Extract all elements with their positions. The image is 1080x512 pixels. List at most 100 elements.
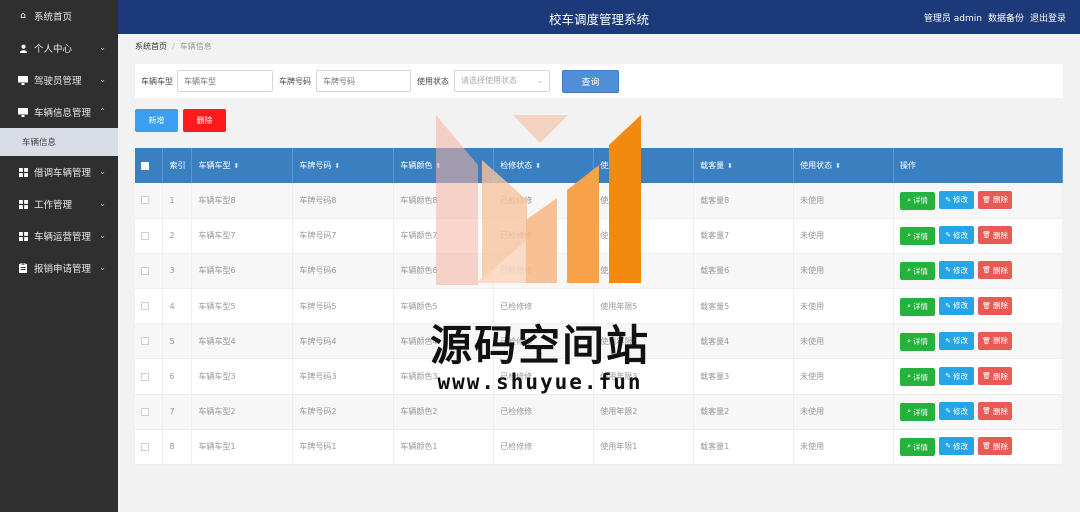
- sidebar-item-profile[interactable]: 个人中心 ⌄: [0, 32, 118, 64]
- edit-button[interactable]: ✎ 修改: [939, 367, 975, 386]
- edit-label: 修改: [952, 371, 968, 381]
- column-header-plate-number[interactable]: 车牌号码 ⬍: [292, 148, 395, 183]
- select-all-checkbox[interactable]: [141, 161, 149, 170]
- sort-icon[interactable]: ⬍: [233, 162, 239, 170]
- row-checkbox[interactable]: [141, 372, 149, 381]
- cell-actions: ⌕ 详情 ✎ 修改 🗑 删除: [893, 218, 1063, 254]
- cell-usage-status: 未使用: [793, 253, 895, 290]
- column-label: 车牌号码: [299, 161, 332, 170]
- cell-vehicle-type: 车辆车型2: [191, 394, 294, 430]
- pencil-icon: ✎: [945, 302, 951, 310]
- plate-number-input[interactable]: [316, 70, 411, 92]
- delete-button[interactable]: 🗑 删除: [978, 226, 1013, 245]
- sort-icon[interactable]: ⬍: [727, 162, 733, 170]
- search-icon: ⌕: [907, 408, 911, 416]
- edit-button[interactable]: ✎ 修改: [939, 226, 975, 245]
- sidebar-item-drivers[interactable]: 驾驶员管理 ⌄: [0, 64, 118, 96]
- edit-button[interactable]: ✎ 修改: [939, 402, 975, 421]
- add-button[interactable]: 新增: [135, 109, 178, 132]
- sort-icon[interactable]: ⬍: [835, 162, 841, 170]
- detail-button[interactable]: ⌕ 详情: [900, 332, 936, 351]
- cell-actions: ⌕ 详情 ✎ 修改 🗑 删除: [893, 253, 1063, 290]
- sidebar-item-reimbursement[interactable]: 报销申请管理 ⌄: [0, 252, 118, 284]
- delete-button[interactable]: 🗑 删除: [978, 296, 1013, 315]
- cell-index: 2: [162, 218, 193, 254]
- detail-button[interactable]: ⌕ 详情: [900, 227, 936, 246]
- row-checkbox[interactable]: [141, 302, 149, 311]
- vehicle-type-input[interactable]: [177, 70, 273, 92]
- breadcrumb-home[interactable]: 系统首页: [135, 42, 167, 51]
- sort-icon[interactable]: ⬍: [635, 162, 641, 170]
- detail-button[interactable]: ⌕ 详情: [900, 297, 936, 316]
- data-backup-link[interactable]: 数据备份: [988, 11, 1024, 24]
- row-checkbox[interactable]: [141, 442, 149, 451]
- column-header-usage-status[interactable]: 使用状态 ⬍: [793, 148, 895, 183]
- sidebar-item-operations[interactable]: 车辆运营管理 ⌄: [0, 220, 118, 252]
- cell-plate-number: 车牌号码6: [292, 253, 395, 290]
- breadcrumb-separator: /: [172, 42, 175, 51]
- trash-icon: 🗑: [982, 373, 991, 381]
- edit-button[interactable]: ✎ 修改: [939, 437, 975, 456]
- row-checkbox[interactable]: [141, 231, 149, 240]
- admin-user-link[interactable]: 管理员 admin: [924, 11, 982, 24]
- search-icon: ⌕: [907, 232, 911, 240]
- pencil-icon: ✎: [945, 232, 951, 240]
- edit-button[interactable]: ✎ 修改: [939, 331, 975, 350]
- row-checkbox[interactable]: [141, 196, 149, 205]
- column-label: 检修状态: [500, 161, 533, 170]
- delete-button[interactable]: 🗑 删除: [978, 402, 1013, 421]
- cell-repair-status: 已检修修: [493, 394, 595, 430]
- column-header-capacity[interactable]: 载客量 ⬍: [693, 148, 795, 183]
- cell-plate-number: 车牌号码7: [292, 218, 395, 254]
- usage-status-select[interactable]: 请选择使用状态 ⌄: [454, 70, 550, 92]
- detail-button[interactable]: ⌕ 详情: [900, 262, 936, 281]
- sort-icon[interactable]: ⬍: [334, 162, 340, 170]
- delete-button[interactable]: 🗑 删除: [978, 331, 1013, 350]
- cell-capacity: 载客量5: [693, 288, 795, 325]
- delete-button[interactable]: 🗑 删除: [978, 367, 1013, 386]
- edit-button[interactable]: ✎ 修改: [939, 190, 975, 209]
- delete-button[interactable]: 🗑 删除: [978, 261, 1013, 280]
- query-button[interactable]: 查询: [562, 70, 619, 93]
- edit-button[interactable]: ✎ 修改: [939, 296, 975, 315]
- sidebar-item-loan-vehicles[interactable]: 借调车辆管理 ⌄: [0, 156, 118, 188]
- batch-delete-button[interactable]: 删除: [183, 109, 226, 132]
- sort-icon[interactable]: ⬍: [435, 162, 441, 170]
- column-header-service-years[interactable]: 使用年限 ⬍: [593, 148, 695, 183]
- logout-link[interactable]: 退出登录: [1030, 11, 1066, 24]
- detail-label: 详情: [912, 302, 928, 312]
- trash-icon: 🗑: [982, 408, 991, 416]
- table-header-row: 索引 车辆车型 ⬍ 车牌号码 ⬍ 车辆颜色 ⬍ 检修状态 ⬍ 使用年限 ⬍ 载客量 ⬍ 使用…: [135, 148, 1063, 183]
- detail-button[interactable]: ⌕ 详情: [900, 191, 936, 210]
- detail-button[interactable]: ⌕ 详情: [900, 403, 936, 422]
- cell-service-years: 使用年限4: [593, 323, 695, 360]
- row-select-cell: [135, 358, 164, 395]
- sidebar-subitem-vehicle-info[interactable]: 车辆信息: [0, 128, 118, 156]
- sort-icon[interactable]: ⬍: [535, 162, 541, 170]
- detail-button[interactable]: ⌕ 详情: [900, 368, 936, 387]
- cell-vehicle-type: 车辆车型4: [191, 323, 294, 360]
- row-select-cell: [135, 218, 164, 254]
- row-checkbox[interactable]: [141, 266, 149, 275]
- sidebar-item-work[interactable]: 工作管理 ⌄: [0, 188, 118, 220]
- cell-repair-status: 已检修修: [493, 429, 595, 466]
- detail-button[interactable]: ⌕ 详情: [900, 438, 936, 457]
- cell-plate-number: 车牌号码3: [292, 358, 395, 395]
- cell-plate-number: 车牌号码8: [292, 183, 395, 219]
- delete-button[interactable]: 🗑 删除: [978, 437, 1013, 456]
- row-checkbox[interactable]: [141, 337, 149, 346]
- sidebar-item-label: 车辆信息管理: [34, 108, 92, 119]
- row-checkbox[interactable]: [141, 407, 149, 416]
- search-icon: ⌕: [907, 337, 911, 345]
- column-header-index: 索引: [162, 148, 193, 183]
- edit-button[interactable]: ✎ 修改: [939, 261, 975, 280]
- column-label: 使用年限: [600, 161, 633, 170]
- column-header-vehicle-type[interactable]: 车辆车型 ⬍: [191, 148, 294, 183]
- sidebar-item-home[interactable]: ⌂ 系统首页: [0, 0, 118, 32]
- cell-vehicle-type: 车辆车型5: [191, 288, 294, 325]
- column-header-repair-status[interactable]: 检修状态 ⬍: [493, 148, 595, 183]
- sidebar-item-vehicles[interactable]: 车辆信息管理 ⌃: [0, 96, 118, 128]
- delete-button[interactable]: 🗑 删除: [978, 190, 1013, 209]
- column-header-vehicle-color[interactable]: 车辆颜色 ⬍: [393, 148, 495, 183]
- home-icon: ⌂: [20, 11, 26, 21]
